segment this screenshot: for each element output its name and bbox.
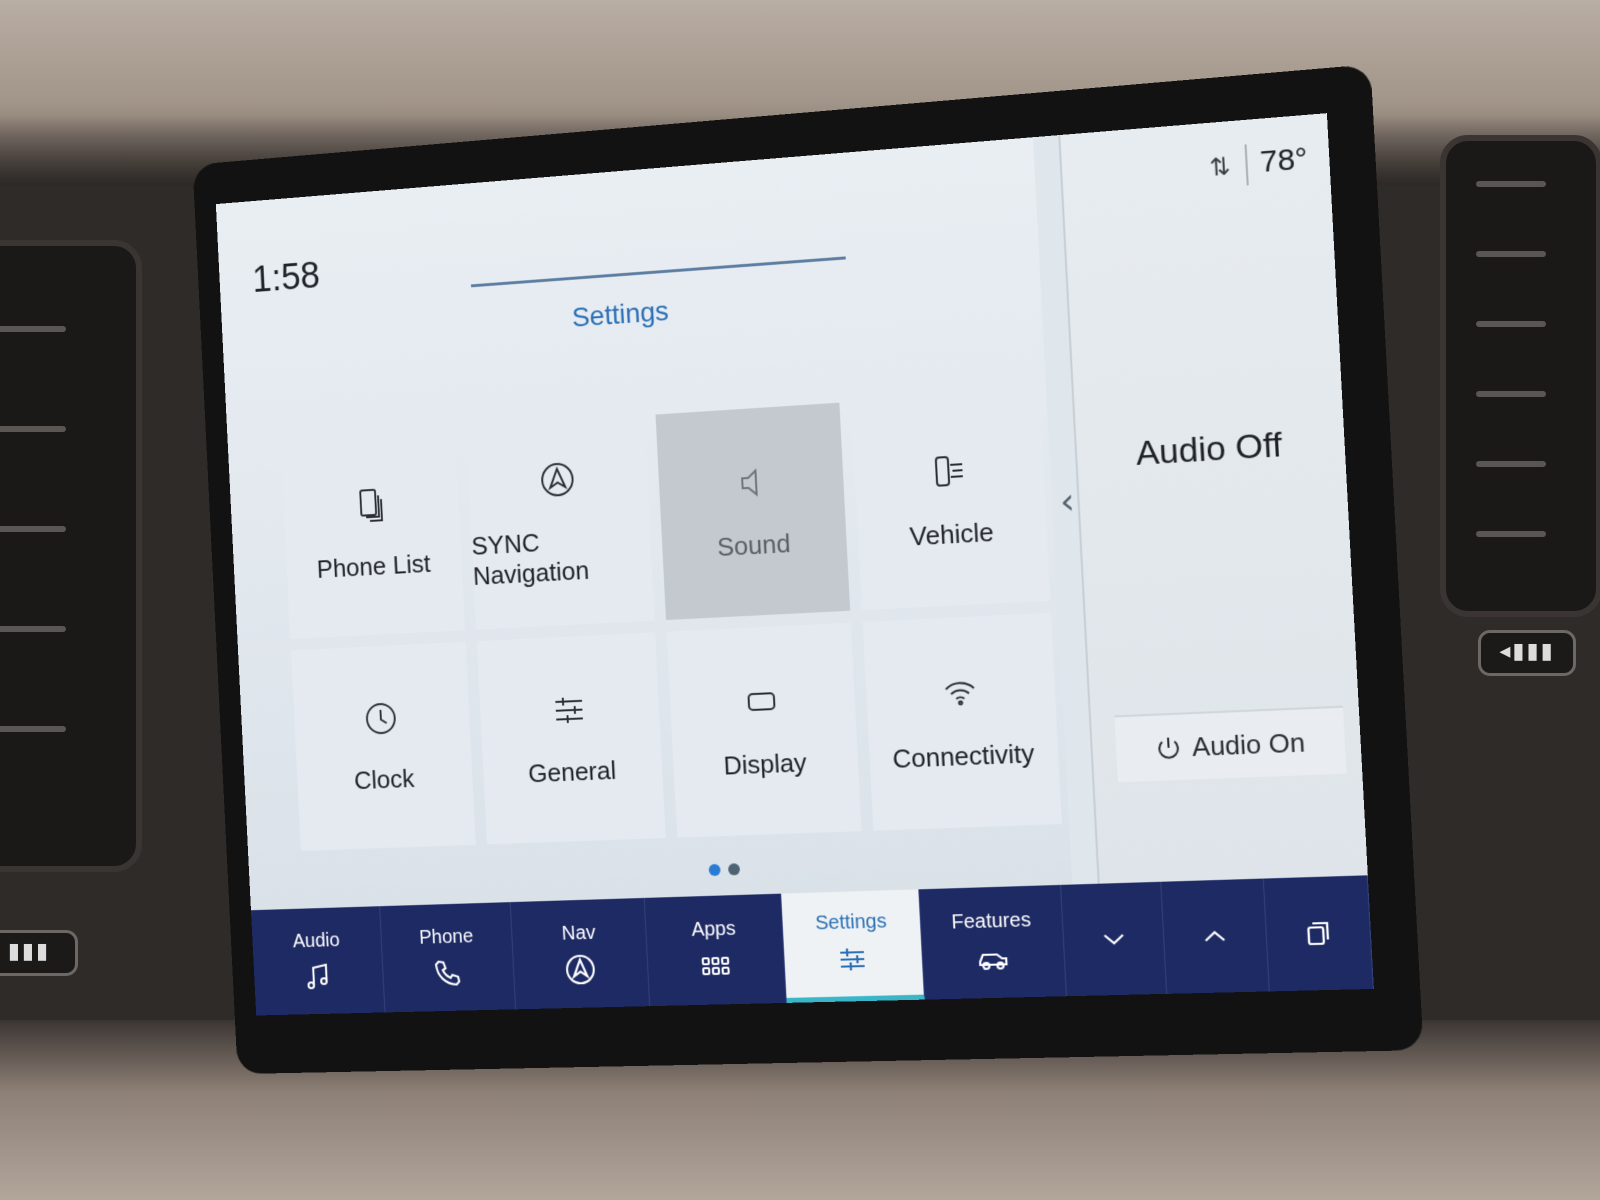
tile-sync-navigation[interactable]: SYNC Navigation: [465, 415, 655, 630]
nav-features[interactable]: Features: [919, 884, 1067, 1000]
chevron-up-icon: [1197, 919, 1234, 955]
signal-arrows-icon: ⇅: [1208, 151, 1231, 183]
nav-apps[interactable]: Apps: [644, 893, 787, 1007]
settings-panel: 1:58 Settings Phone List SYNC Navigation: [215, 137, 1079, 1016]
chevron-up-button[interactable]: [1161, 878, 1271, 994]
tile-connectivity[interactable]: Connectivity: [862, 612, 1062, 831]
vent-dial-right: ◂▮▮▮: [1478, 630, 1576, 676]
apps-grid-icon: [698, 948, 733, 982]
chevron-down-button[interactable]: [1060, 881, 1168, 997]
audio-side-panel: [1058, 113, 1374, 996]
chevron-down-icon: [1095, 921, 1132, 956]
vehicle-settings-icon: [927, 450, 969, 492]
nav-label: Apps: [690, 917, 737, 941]
clock-icon: [362, 698, 401, 738]
display-icon: [741, 681, 782, 722]
tile-label: Vehicle: [908, 516, 995, 552]
nav-label: Nav: [561, 921, 597, 945]
tile-label: Clock: [353, 763, 415, 796]
audio-on-button[interactable]: Audio On: [1114, 705, 1347, 783]
tile-label: Sound: [716, 528, 792, 562]
title-rule: [470, 256, 846, 288]
vent-slat: [1476, 251, 1546, 257]
tile-vehicle[interactable]: Vehicle: [850, 389, 1051, 611]
sliders-icon: [549, 690, 589, 731]
settings-grid: Phone List SYNC Navigation Sound Vehicle: [280, 389, 1062, 851]
outside-temperature: 78°: [1259, 141, 1309, 180]
page-dot[interactable]: [727, 863, 741, 876]
audio-on-label: Audio On: [1191, 726, 1306, 762]
sliders-icon: [835, 942, 870, 977]
page-dot-active[interactable]: [708, 863, 721, 877]
nav-settings[interactable]: Settings: [780, 889, 926, 1003]
music-note-icon: [302, 959, 335, 993]
nav-label: Phone: [418, 925, 474, 949]
vent-slat: [0, 726, 66, 732]
pages-button[interactable]: [1264, 875, 1374, 992]
speaker-icon: [730, 462, 771, 504]
navigation-icon: [537, 458, 577, 499]
tile-label: Phone List: [316, 548, 432, 584]
vent-slat: [0, 526, 66, 532]
navigation-icon: [563, 952, 597, 986]
vent-slat: [0, 426, 66, 432]
tile-general[interactable]: General: [476, 632, 666, 845]
tile-sound[interactable]: Sound: [655, 402, 850, 621]
tile-label: Connectivity: [891, 738, 1036, 774]
vent-slat: [0, 326, 66, 332]
page-indicator: [708, 863, 741, 877]
vent-slat: [1476, 321, 1546, 327]
vehicle-icon: [975, 941, 1011, 976]
page-title: Settings: [571, 295, 670, 333]
copy-pages-icon: [1299, 916, 1337, 952]
power-icon: [1154, 734, 1182, 762]
phone-list-icon: [351, 485, 390, 526]
nav-label: Settings: [814, 910, 888, 935]
tile-label: SYNC Navigation: [470, 527, 590, 591]
tile-clock[interactable]: Clock: [290, 641, 476, 851]
nav-phone[interactable]: Phone: [379, 902, 517, 1013]
tile-phone-list[interactable]: Phone List: [280, 427, 465, 640]
vent-slat: [1476, 531, 1546, 537]
vent-slat: [0, 626, 66, 632]
left-air-vent: [0, 240, 142, 872]
nav-audio[interactable]: Audio: [250, 906, 386, 1016]
tile-display[interactable]: Display: [666, 622, 862, 838]
nav-nav[interactable]: Nav: [510, 897, 651, 1010]
nav-label: Audio: [292, 929, 341, 952]
phone-icon: [431, 956, 464, 990]
nav-label: Features: [950, 908, 1032, 934]
infotainment-screen: 1:58 Settings Phone List SYNC Navigation: [215, 113, 1374, 1016]
right-air-vent: [1440, 135, 1600, 617]
tile-label: Display: [722, 747, 808, 781]
vent-slat: [1476, 391, 1546, 397]
vent-dial-left: ▮▮▮: [0, 930, 78, 976]
clock-time: 1:58: [251, 255, 321, 301]
wifi-icon: [939, 672, 981, 714]
vent-slat: [1476, 461, 1546, 467]
vent-slat: [1476, 181, 1546, 187]
tile-label: General: [527, 755, 617, 789]
